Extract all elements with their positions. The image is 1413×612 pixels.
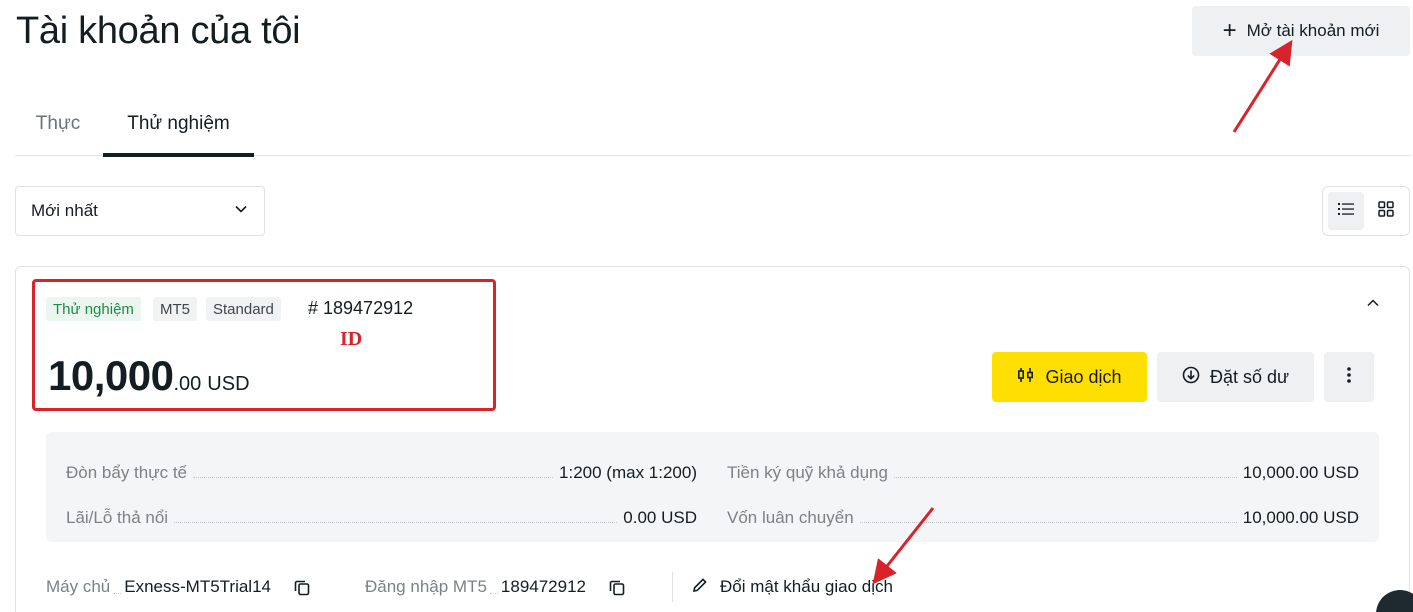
view-toggle bbox=[1322, 186, 1410, 236]
open-new-account-button[interactable]: + Mở tài khoản mới bbox=[1192, 6, 1410, 56]
stat-value: 10,000.00 USD bbox=[1242, 463, 1359, 482]
chevron-down-icon bbox=[234, 201, 248, 221]
trade-button-label: Giao dịch bbox=[1045, 366, 1122, 387]
account-tabs: Thực Thử nghiệm bbox=[15, 92, 1411, 157]
login-value: 189472912 bbox=[500, 577, 586, 596]
chevron-up-icon[interactable] bbox=[1360, 290, 1386, 316]
candlestick-icon bbox=[1017, 367, 1035, 388]
dotted-leader bbox=[113, 593, 122, 594]
grid-view-button[interactable] bbox=[1368, 192, 1404, 230]
stat-value: 10,000.00 USD bbox=[1242, 508, 1359, 527]
set-balance-button[interactable]: Đặt số dư bbox=[1157, 352, 1314, 402]
sort-select[interactable]: Mới nhất bbox=[15, 186, 265, 236]
stat-value: 1:200 (max 1:200) bbox=[559, 463, 697, 482]
more-vertical-icon bbox=[1347, 366, 1351, 388]
server-value: Exness-MT5Trial14 bbox=[124, 577, 271, 596]
trade-button[interactable]: Giao dịch bbox=[992, 352, 1147, 402]
login-info: Đăng nhập MT5 189472912 bbox=[365, 574, 628, 600]
stat-floating-pl: Lãi/Lỗ thả nổi 0.00 USD bbox=[66, 504, 697, 528]
stat-equity: Vốn luân chuyển 10,000.00 USD bbox=[727, 504, 1359, 528]
change-trading-password-link[interactable]: Đổi mật khẩu giao dịch bbox=[692, 574, 893, 600]
stat-label: Đòn bẩy thực tế bbox=[66, 463, 188, 482]
download-circle-icon bbox=[1182, 366, 1200, 389]
dotted-leader bbox=[489, 593, 498, 594]
id-annotation: ID bbox=[340, 328, 363, 350]
stat-free-margin: Tiền ký quỹ khả dụng 10,000.00 USD bbox=[727, 459, 1359, 483]
stat-value: 0.00 USD bbox=[623, 508, 697, 527]
login-label: Đăng nhập MT5 bbox=[365, 577, 487, 596]
server-label: Máy chủ bbox=[46, 577, 111, 596]
plus-icon: + bbox=[1222, 17, 1237, 44]
sort-select-value: Mới nhất bbox=[31, 201, 98, 220]
annotation-highlight-box bbox=[32, 279, 496, 411]
more-options-button[interactable] bbox=[1324, 352, 1374, 402]
dotted-leader bbox=[174, 522, 618, 523]
pencil-icon bbox=[692, 577, 708, 598]
list-icon bbox=[1338, 202, 1354, 221]
dotted-leader bbox=[859, 522, 1237, 523]
grid-icon bbox=[1378, 200, 1394, 222]
stat-label: Tiền ký quỹ khả dụng bbox=[727, 463, 888, 482]
tab-demo[interactable]: Thử nghiệm bbox=[103, 92, 254, 157]
stat-label: Lãi/Lỗ thả nổi bbox=[66, 508, 169, 527]
open-new-account-label: Mở tài khoản mới bbox=[1246, 21, 1380, 40]
dotted-leader bbox=[893, 477, 1237, 478]
dotted-leader bbox=[193, 477, 554, 478]
set-balance-label: Đặt số dư bbox=[1209, 366, 1290, 387]
server-info: Máy chủ Exness-MT5Trial14 bbox=[46, 574, 313, 600]
page-title: Tài khoản của tôi bbox=[16, 10, 301, 52]
change-password-label: Đổi mật khẩu giao dịch bbox=[720, 577, 893, 596]
copy-server-icon[interactable] bbox=[291, 576, 313, 598]
copy-login-icon[interactable] bbox=[606, 576, 628, 598]
stat-leverage: Đòn bẩy thực tế 1:200 (max 1:200) bbox=[66, 459, 697, 483]
tab-real[interactable]: Thực bbox=[15, 92, 101, 156]
footer-divider bbox=[672, 572, 673, 602]
list-view-button[interactable] bbox=[1328, 192, 1364, 230]
stat-label: Vốn luân chuyển bbox=[727, 508, 854, 527]
